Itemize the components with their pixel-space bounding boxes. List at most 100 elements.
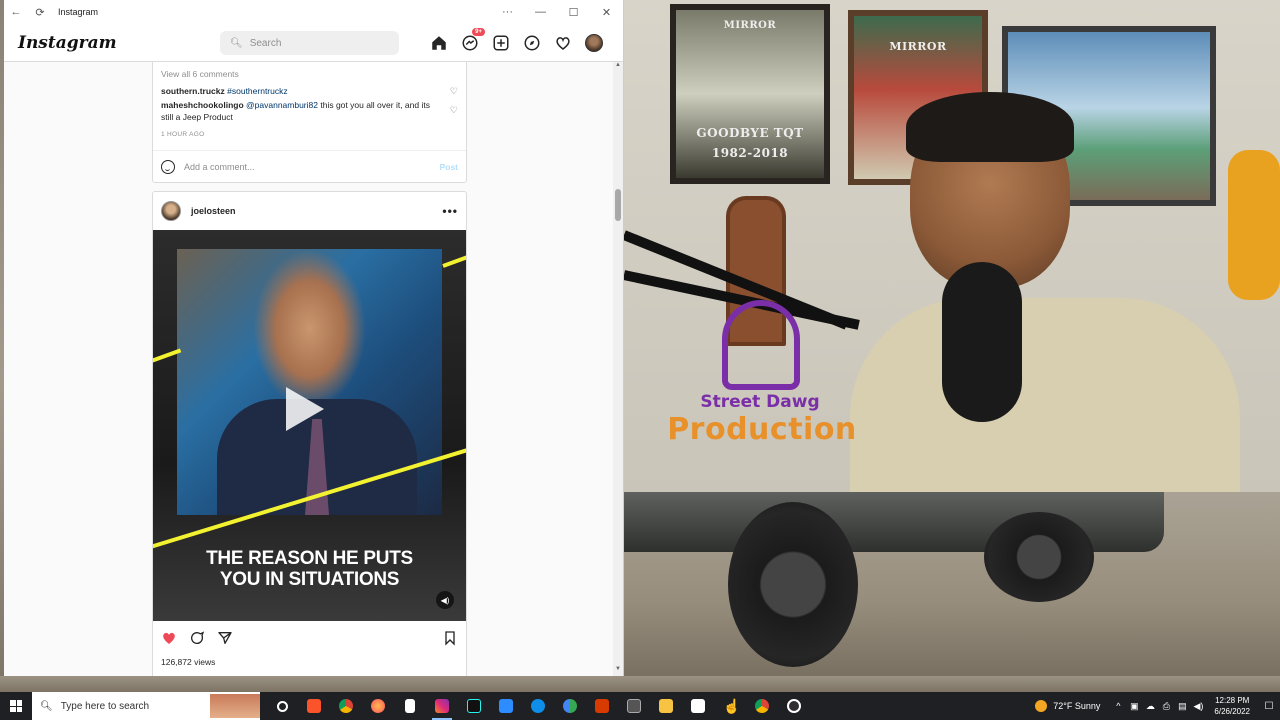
start-button[interactable]	[0, 692, 32, 720]
truck-tire	[984, 512, 1094, 602]
office-icon[interactable]	[586, 692, 618, 720]
minimize-button[interactable]: —	[524, 0, 557, 24]
close-button[interactable]: ✕	[590, 0, 623, 24]
maximize-button[interactable]: ☐	[557, 0, 590, 24]
taskbar-search-placeholder: Type here to search	[60, 700, 150, 712]
messenger-badge: 9+	[472, 28, 485, 36]
scroll-up-arrow[interactable]: ▲	[613, 62, 623, 72]
decor-line	[442, 250, 466, 268]
like-heart-icon[interactable]	[161, 630, 177, 646]
feed-scrollbar[interactable]: ▲ ▼	[613, 62, 623, 676]
video-caption: THE REASON HE PUTS YOU IN SITUATIONS	[153, 548, 466, 590]
scroll-thumb[interactable]	[615, 189, 621, 221]
search-icon: 🔍︎	[40, 700, 53, 712]
microphone	[942, 262, 1022, 422]
post-actions	[161, 628, 458, 648]
chrome-alt-icon[interactable]	[746, 692, 778, 720]
network-icon[interactable]: ▤	[1174, 701, 1190, 712]
post-author-username[interactable]: joelosteen	[191, 206, 236, 216]
refresh-button[interactable]: ⟳	[28, 0, 52, 24]
post-author-avatar[interactable]	[161, 201, 181, 221]
add-comment-input[interactable]: Add a comment...	[184, 162, 255, 172]
instagram-logo[interactable]: Instagram	[18, 33, 117, 53]
weather-widget[interactable]: 72°F Sunny	[1035, 700, 1100, 712]
zoom-icon[interactable]	[490, 692, 522, 720]
post-card-joelosteen: joelosteen ••• THE REASON HE PUTS YOU IN…	[152, 191, 467, 676]
streamer	[850, 92, 1240, 492]
cursor-icon[interactable]: ☝	[714, 692, 746, 720]
post-video[interactable]: THE REASON HE PUTS YOU IN SITUATIONS ◀)	[153, 230, 466, 621]
instagram-app-icon[interactable]	[426, 692, 458, 720]
truck-photo	[624, 492, 1280, 676]
task-view-icon[interactable]	[266, 692, 298, 720]
printer-icon[interactable]: ⎙	[1158, 701, 1174, 712]
obs-icon[interactable]	[778, 692, 810, 720]
tray-chevron-icon[interactable]: ^	[1110, 701, 1126, 711]
document-icon[interactable]	[394, 692, 426, 720]
file-explorer-icon[interactable]	[650, 692, 682, 720]
home-icon[interactable]	[428, 32, 450, 54]
post-timestamp: 1 HOUR AGO	[161, 131, 205, 138]
video-caption-line2: YOU IN SITUATIONS	[219, 569, 400, 590]
more-options-icon[interactable]: •••	[442, 204, 458, 218]
activity-heart-icon[interactable]	[552, 32, 574, 54]
window-menu-button[interactable]: ···	[491, 0, 524, 24]
volume-icon[interactable]: ◀)	[436, 591, 454, 609]
explore-icon[interactable]	[521, 32, 543, 54]
poster-1-line2: 1982-2018	[711, 146, 789, 160]
chrome-icon[interactable]	[330, 692, 362, 720]
brave-browser-icon[interactable]	[298, 692, 330, 720]
search-highlight-image	[210, 694, 260, 718]
chrome-profile-icon[interactable]	[554, 692, 586, 720]
search-input[interactable]: 🔍︎ Search	[220, 31, 399, 55]
comment-1-user[interactable]: southern.truckz	[161, 86, 225, 96]
sun-icon	[1035, 700, 1048, 712]
notification-icon[interactable]: ☐	[1258, 701, 1280, 712]
profile-avatar[interactable]	[583, 32, 605, 54]
comment-icon[interactable]	[189, 630, 205, 646]
comment-1-like-icon[interactable]: ♡	[450, 86, 458, 97]
poster-1-line1: GOODBYE TQT	[696, 126, 804, 140]
store-icon[interactable]	[682, 692, 714, 720]
cloud-icon[interactable]: ☁	[1142, 701, 1158, 712]
firefox-icon[interactable]	[362, 692, 394, 720]
post-header: joelosteen •••	[153, 192, 466, 230]
watermark-headphones-icon	[722, 300, 800, 390]
window-titlebar: ← ⟳ Instagram ··· — ☐ ✕	[4, 0, 623, 24]
tiktok-icon[interactable]	[458, 692, 490, 720]
poster-2-header: MIRROR	[889, 40, 947, 53]
search-icon: 🔍︎	[230, 37, 243, 49]
volume-icon[interactable]: ◀)	[1190, 701, 1206, 712]
calendar-icon[interactable]	[618, 692, 650, 720]
desktop-strip	[0, 676, 1280, 692]
taskbar-search[interactable]: 🔍︎ Type here to search	[32, 692, 260, 720]
play-icon[interactable]	[286, 387, 324, 431]
clock-time: 12:28 PM	[1215, 696, 1250, 705]
windows-taskbar: 🔍︎ Type here to search ☝ 72°F Sunny ^ ▣ …	[0, 692, 1280, 720]
back-button[interactable]: ←	[4, 0, 28, 24]
tray-app-icon[interactable]: ▣	[1126, 701, 1142, 712]
poster-1-header: MIRROR	[723, 20, 777, 31]
comment-2-user[interactable]: maheshchookolingo	[161, 100, 244, 110]
comment-2-like-icon[interactable]: ♡	[450, 105, 458, 116]
clock-date: 6/26/2022	[1214, 707, 1250, 716]
new-post-icon[interactable]	[490, 32, 512, 54]
comment-1: southern.truckz #southerntruckz	[161, 86, 288, 96]
scroll-down-arrow[interactable]: ▼	[613, 666, 623, 676]
comment-2-mention[interactable]: @pavannamburi82	[246, 100, 318, 110]
view-all-comments-link[interactable]: View all 6 comments	[161, 69, 239, 79]
save-bookmark-icon[interactable]	[442, 630, 458, 646]
share-icon[interactable]	[217, 630, 233, 646]
search-placeholder: Search	[249, 37, 282, 49]
feed: View all 6 comments southern.truckz #sou…	[4, 62, 614, 676]
post-comment-button[interactable]: Post	[440, 162, 458, 172]
instagram-nav: Instagram 🔍︎ Search 9+	[4, 24, 623, 62]
teamviewer-icon[interactable]	[522, 692, 554, 720]
emoji-icon[interactable]	[161, 160, 175, 174]
messenger-icon[interactable]: 9+	[459, 28, 485, 54]
comment-2: maheshchookolingo @pavannamburi82 this g…	[161, 99, 441, 123]
comment-1-hashtag[interactable]: #southerntruckz	[227, 86, 287, 96]
add-comment-bar: Add a comment... Post	[153, 150, 466, 183]
clock[interactable]: 12:28 PM 6/26/2022	[1214, 695, 1250, 717]
window-title: Instagram	[58, 7, 99, 17]
